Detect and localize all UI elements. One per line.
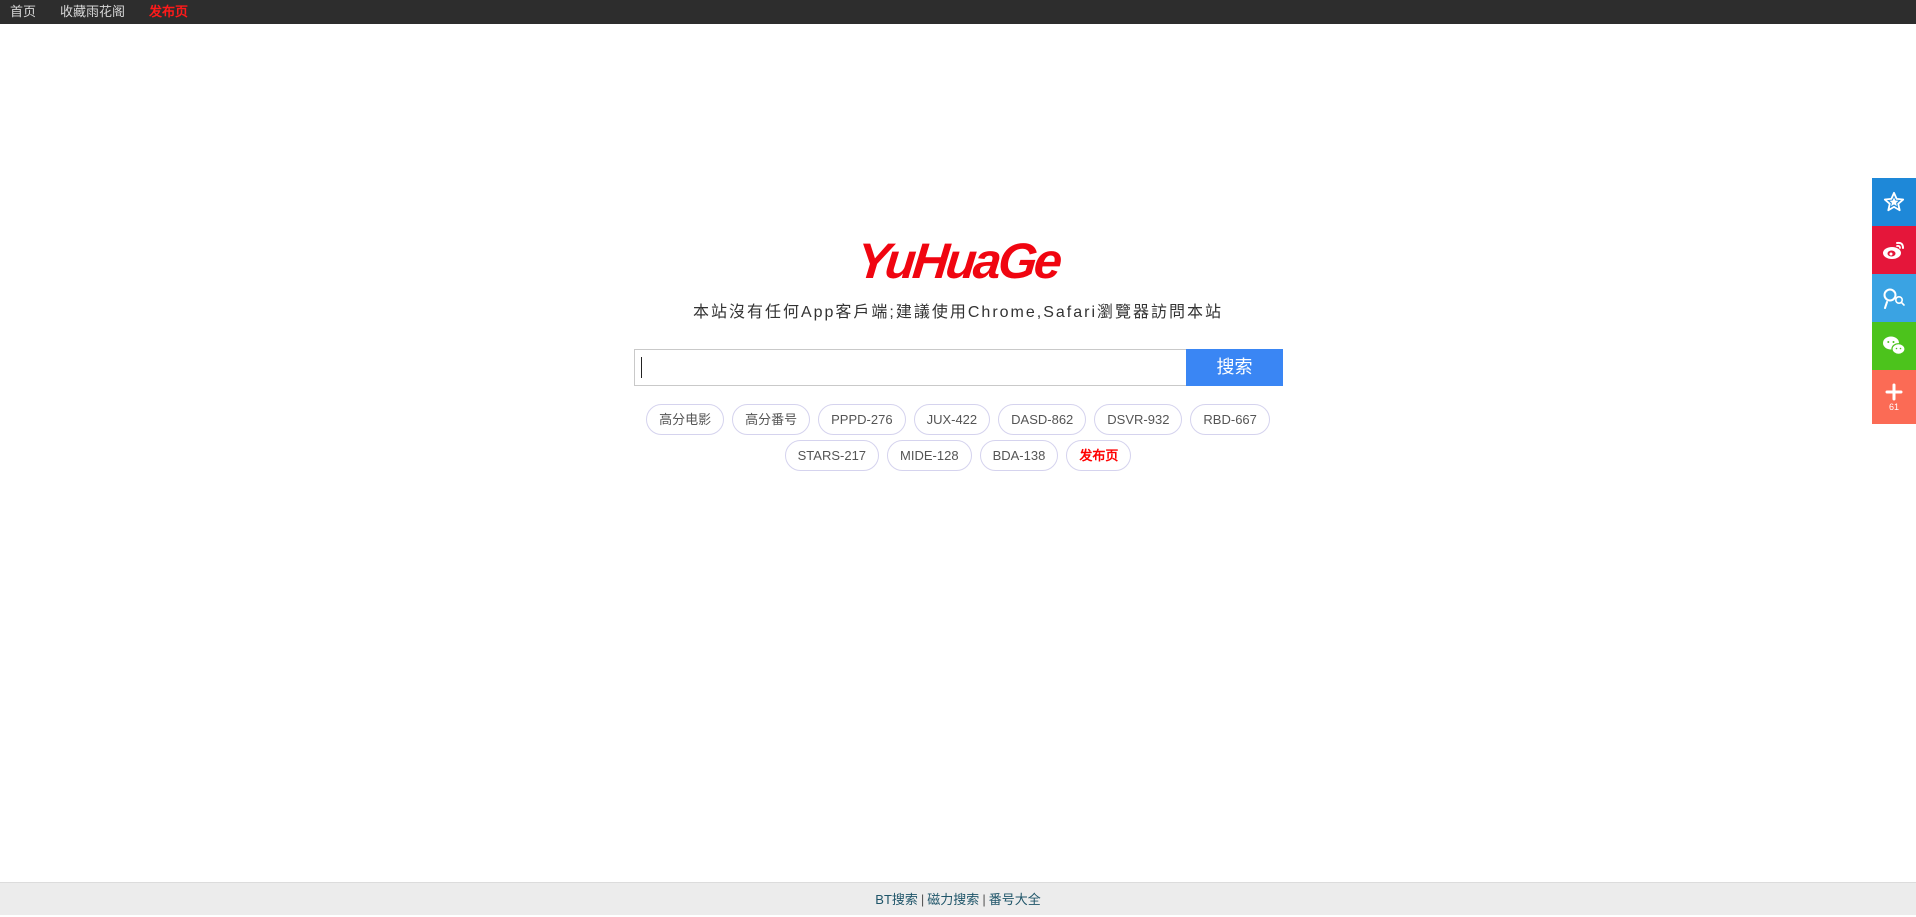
hot-tags-row-1: 高分电影 高分番号 PPPD-276 JUX-422 DASD-862 DSVR… — [0, 404, 1916, 435]
logo-text: YuHuaGe — [854, 232, 1062, 290]
wechat-icon — [1882, 335, 1906, 357]
footer-separator: | — [982, 892, 985, 907]
top-nav-bar: 首页 收藏雨花阁 发布页 — [0, 0, 1916, 24]
nav-publish-link[interactable]: 发布页 — [149, 0, 188, 24]
tag-publish-link[interactable]: 发布页 — [1066, 440, 1131, 471]
tag-link[interactable]: 高分电影 — [646, 404, 724, 435]
tag-link[interactable]: MIDE-128 — [887, 440, 972, 471]
share-wechat-button[interactable] — [1872, 322, 1916, 370]
plus-icon — [1885, 383, 1903, 401]
share-weibo-button[interactable] — [1872, 226, 1916, 274]
hot-tags-row-2: STARS-217 MIDE-128 BDA-138 发布页 — [0, 440, 1916, 471]
tag-link[interactable]: BDA-138 — [980, 440, 1059, 471]
weibo-icon — [1882, 239, 1906, 261]
search-button[interactable]: 搜索 — [1186, 349, 1283, 386]
footer-separator: | — [921, 892, 924, 907]
tag-link[interactable]: PPPD-276 — [818, 404, 905, 435]
share-count: 61 — [1889, 403, 1899, 412]
qq-zone-icon — [1882, 287, 1906, 309]
share-sidebar: 61 — [1872, 178, 1916, 424]
nav-home-link[interactable]: 首页 — [10, 0, 36, 24]
tag-link[interactable]: RBD-667 — [1190, 404, 1269, 435]
share-favorite-button[interactable] — [1872, 178, 1916, 226]
tag-link[interactable]: STARS-217 — [785, 440, 879, 471]
tag-link[interactable]: DASD-862 — [998, 404, 1086, 435]
site-logo: YuHuaGe — [0, 232, 1916, 290]
tag-link[interactable]: DSVR-932 — [1094, 404, 1182, 435]
search-input[interactable] — [634, 349, 1186, 386]
tag-link[interactable]: JUX-422 — [914, 404, 991, 435]
nav-bookmark-link[interactable]: 收藏雨花阁 — [60, 0, 125, 24]
footer-link-magnet-search[interactable]: 磁力搜索 — [927, 892, 979, 907]
site-tagline: 本站沒有任何App客戶端;建議使用Chrome,Safari瀏覽器訪問本站 — [0, 298, 1916, 322]
share-more-button[interactable]: 61 — [1872, 370, 1916, 424]
footer-link-bt-search[interactable]: BT搜索 — [875, 892, 918, 907]
text-cursor — [641, 357, 642, 378]
share-qzone-button[interactable] — [1872, 274, 1916, 322]
search-form: 搜索 — [634, 349, 1283, 386]
star-icon — [1883, 191, 1905, 213]
footer-link-code-list[interactable]: 番号大全 — [989, 892, 1041, 907]
tag-link[interactable]: 高分番号 — [732, 404, 810, 435]
footer: BT搜索|磁力搜索|番号大全 — [0, 882, 1916, 915]
